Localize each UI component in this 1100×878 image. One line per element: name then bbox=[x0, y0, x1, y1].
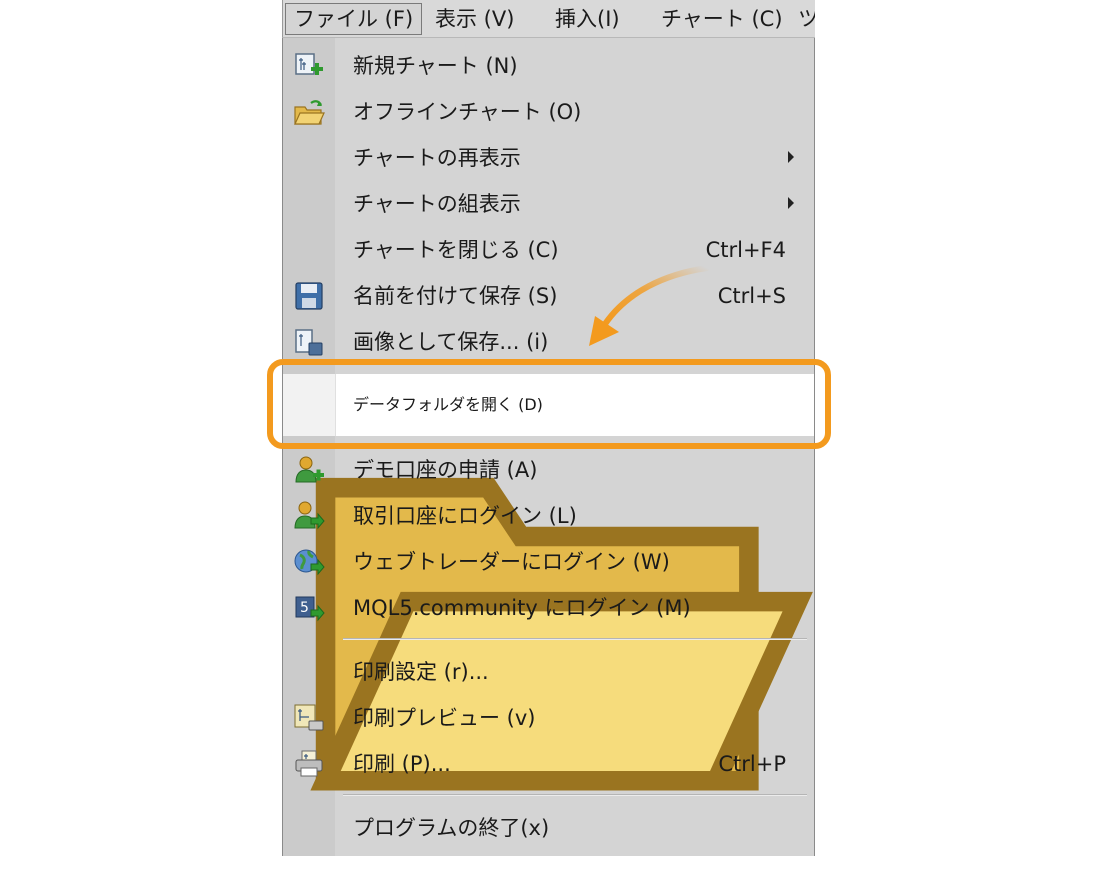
shortcut-label: Ctrl+S bbox=[717, 284, 786, 308]
menu-item-print-settings[interactable]: 印刷設定 (r)... bbox=[283, 652, 814, 692]
menu-item-print[interactable]: 印刷 (P)... Ctrl+P bbox=[283, 744, 814, 784]
shortcut-label: Ctrl+F4 bbox=[705, 238, 786, 262]
menu-item-label: オフラインチャート (O) bbox=[353, 100, 582, 124]
menu-item-close-chart[interactable]: チャートを閉じる (C) Ctrl+F4 bbox=[283, 230, 814, 270]
menu-item-label: デモ口座の申請 (A) bbox=[353, 458, 538, 482]
menu-item-chart-group[interactable]: チャートの組表示 bbox=[283, 184, 814, 224]
submenu-arrow-icon bbox=[788, 197, 794, 209]
menu-view[interactable]: 表示 (V) bbox=[435, 3, 514, 35]
menu-item-save-as[interactable]: 名前を付けて保存 (S) Ctrl+S bbox=[283, 276, 814, 316]
trade-login-icon bbox=[294, 501, 325, 530]
menu-item-label: 印刷設定 (r)... bbox=[353, 660, 489, 684]
submenu-arrow-icon bbox=[788, 151, 794, 163]
mql5-login-icon: 5 bbox=[295, 596, 325, 622]
new-chart-icon bbox=[295, 53, 323, 75]
menu-separator bbox=[343, 638, 807, 640]
menu-item-save-image[interactable]: 画像として保存... (i) bbox=[283, 322, 814, 362]
menu-item-label: チャートの再表示 bbox=[353, 146, 521, 170]
menu-item-offline-chart[interactable]: オフラインチャート (O) bbox=[283, 92, 814, 132]
menu-item-chart-redisplay[interactable]: チャートの再表示 bbox=[283, 138, 814, 178]
open-folder-icon bbox=[294, 100, 325, 125]
menu-item-print-preview[interactable]: 印刷プレビュー (v) bbox=[283, 698, 814, 738]
printer-icon bbox=[295, 750, 323, 777]
menu-item-trade-login[interactable]: 取引口座にログイン (L) bbox=[283, 496, 814, 536]
annotation-arrow-icon bbox=[589, 265, 710, 346]
menu-insert[interactable]: 挿入(I) bbox=[555, 3, 620, 35]
menu-item-mql5-login[interactable]: 5 MQL5.community にログイン (M) bbox=[283, 588, 814, 628]
menu-item-label: チャートを閉じる (C) bbox=[353, 238, 559, 262]
menu-bar: ファイル (F) 表示 (V) 挿入(I) チャート (C) ツ bbox=[282, 0, 815, 38]
menu-item-label: 名前を付けて保存 (S) bbox=[353, 284, 558, 308]
menu-item-label: MQL5.community にログイン (M) bbox=[353, 596, 691, 620]
svg-text:5: 5 bbox=[300, 600, 309, 616]
menu-item-label: 新規チャート (N) bbox=[353, 54, 518, 78]
web-globe-icon bbox=[294, 549, 325, 576]
menu-item-label: 印刷プレビュー (v) bbox=[353, 706, 536, 730]
menu-file[interactable]: ファイル (F) bbox=[285, 3, 423, 35]
demo-account-icon bbox=[295, 456, 324, 483]
print-preview-icon bbox=[294, 704, 324, 731]
menu-item-exit[interactable]: プログラムの終了(x) bbox=[283, 808, 814, 848]
menu-item-label: 取引口座にログイン (L) bbox=[353, 504, 577, 528]
menu-item-label: プログラムの終了(x) bbox=[353, 816, 550, 840]
save-disk-icon bbox=[295, 282, 323, 310]
menu-item-label: チャートの組表示 bbox=[353, 192, 521, 216]
menu-item-web-trader[interactable]: ウェブトレーダーにログイン (W) bbox=[283, 542, 814, 582]
menu-item-label: 画像として保存... (i) bbox=[353, 330, 549, 354]
menu-item-label: 印刷 (P)... bbox=[353, 752, 451, 776]
menu-separator bbox=[343, 794, 807, 796]
menu-item-new-chart[interactable]: 新規チャート (N) bbox=[283, 46, 814, 86]
menu-item-demo-account[interactable]: デモ口座の申請 (A) bbox=[283, 450, 814, 490]
menu-tools[interactable]: ツ bbox=[798, 3, 815, 35]
save-image-icon bbox=[295, 329, 323, 356]
highlight-frame bbox=[267, 359, 831, 449]
menu-chart[interactable]: チャート (C) bbox=[661, 3, 783, 35]
menu-item-label: ウェブトレーダーにログイン (W) bbox=[353, 550, 670, 574]
shortcut-label: Ctrl+P bbox=[718, 752, 786, 776]
